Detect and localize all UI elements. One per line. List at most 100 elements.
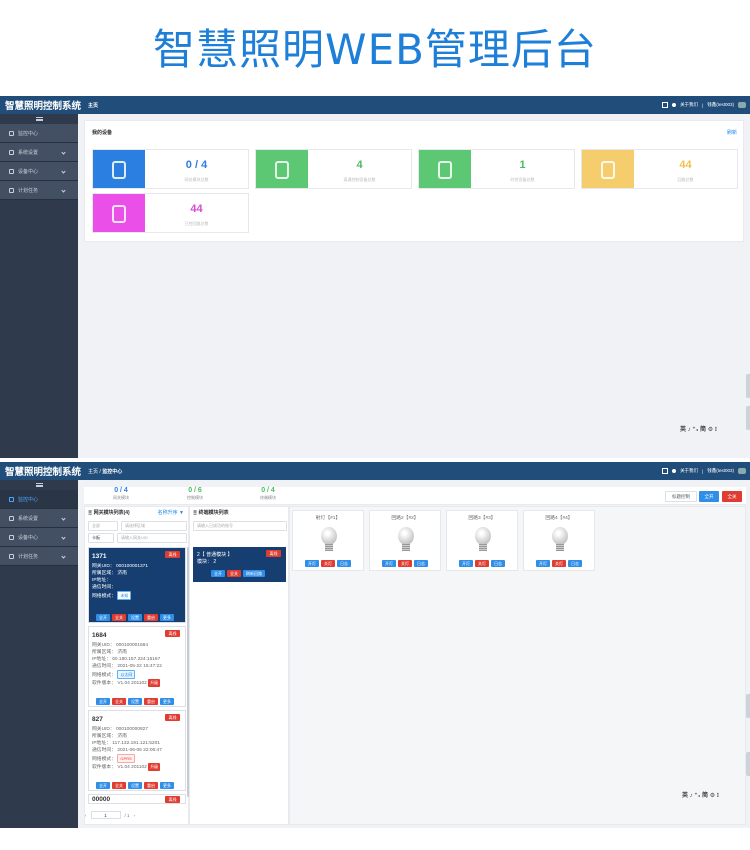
gw-restart-button[interactable]: 重启 [144,614,158,621]
field-select[interactable]: 卡板 [88,533,114,543]
user-menu[interactable]: 钱鑫(test003) [707,468,734,474]
gateway-actions: 全开 全关 设置 重启 更多 [96,698,174,705]
device-icon [9,168,14,174]
notification-icon[interactable] [672,103,677,107]
ime-toolbar[interactable]: 英 ♪ ⁺₄ 简 ⚙ ⁝ [680,424,717,433]
light-off-button[interactable]: 关灯 [321,560,335,567]
log-button[interactable]: 日志 [337,560,351,567]
breadcrumb[interactable]: 主页 [88,102,98,109]
stat-controlled-circuits[interactable]: 44 已控回路总数 [92,193,249,233]
sort-dropdown[interactable]: 名称升序 ▼ [158,509,184,516]
sidebar-item-settings[interactable]: 系统设置 [0,143,78,162]
circuit-title: 回路4【#4】 [545,516,573,521]
gw-all-on-button[interactable]: 全开 [96,782,110,789]
light-on-button[interactable]: 开灯 [305,560,319,567]
notification-icon[interactable] [672,469,677,473]
sidebar-item-monitor[interactable]: 监控中心 [0,124,78,143]
breadcrumb-current: 监控中心 [102,468,123,475]
gw-more-button[interactable]: 更多 [160,698,174,705]
side-tab[interactable] [746,406,750,430]
sidebar-item-settings[interactable]: 系统设置 [0,509,78,528]
user-menu[interactable]: 钱鑫(test003) [707,102,734,108]
light-off-button[interactable]: 关灯 [398,560,412,567]
fullscreen-icon[interactable] [662,102,669,108]
light-on-button[interactable]: 开灯 [536,560,550,567]
timing-control-button[interactable]: 标题控制 [665,491,697,502]
gw-restart-button[interactable]: 重启 [144,782,158,789]
gateway-card[interactable]: 00000 离线 [88,794,186,804]
gw-settings-button[interactable]: 设置 [128,782,142,789]
gateway-search-input[interactable]: 请输入网关UID [117,533,187,543]
gw-settings-button[interactable]: 设置 [128,614,142,621]
next-page-button[interactable]: › [134,813,136,818]
gw-all-on-button[interactable]: 全开 [96,698,110,705]
sidebar-toggle[interactable] [0,480,78,490]
gateway-area: 所属区域： 济南 [92,650,127,656]
upgrade-button[interactable]: 升级 [148,679,161,687]
refresh-link[interactable]: 刷新 [727,129,737,136]
status-select[interactable]: 全部 [88,521,118,531]
breadcrumb-home[interactable]: 主页 [88,469,98,475]
gw-all-on-button[interactable]: 全开 [96,614,110,621]
prev-page-button[interactable]: ‹ [85,813,87,818]
sidebar-item-tasks[interactable]: 计划任务 [0,181,78,200]
module-all-on-button[interactable]: 全开 [211,570,225,577]
gateway-time: 通信时间： 2021-06-06 22:06:47 [92,748,162,754]
area-select[interactable]: 请选择区域 [121,521,187,531]
about-link[interactable]: 关于我们 [680,468,698,474]
sidebar-item-tasks[interactable]: 计划任务 [0,547,78,566]
gw-more-button[interactable]: 更多 [160,614,174,621]
module-card[interactable]: 2【 普通模块 】 离线 模块： 2 全开 全关 刷新回路 [193,547,286,582]
light-off-button[interactable]: 关灯 [552,560,566,567]
sidebar-item-devices[interactable]: 设备中心 [0,528,78,547]
sidebar-item-devices[interactable]: 设备中心 [0,162,78,181]
module-all-off-button[interactable]: 全关 [227,570,241,577]
gw-restart-button[interactable]: 重启 [144,698,158,705]
gateway-card[interactable]: 1371 离线 网关UID： 000100001371 所属区域： 济南 IP地… [88,547,186,623]
log-button[interactable]: 日志 [568,560,582,567]
gw-all-off-button[interactable]: 全关 [112,782,126,789]
stat-label: 回路总数 [677,177,694,182]
all-off-button[interactable]: 全关 [722,491,742,502]
menu-icon[interactable] [35,117,43,121]
avatar[interactable] [738,102,746,108]
light-off-button[interactable]: 关灯 [475,560,489,567]
gw-settings-button[interactable]: 设置 [128,698,142,705]
gateway-actions: 全开 全关 设置 重启 更多 [96,782,174,789]
gw-more-button[interactable]: 更多 [160,782,174,789]
gateway-card[interactable]: 1684 离线 网关UID： 000100001684 所属区域： 济南 IP地… [88,626,186,707]
gateway-card[interactable]: 827 离线 网关UID： 000100000827 所属区域： 济南 IP地址… [88,710,186,791]
avatar[interactable] [738,468,746,474]
fullscreen-icon[interactable] [662,468,669,474]
gateway-ip: IP地址： 117.132.191.121:5201 [92,741,160,747]
about-link[interactable]: 关于我们 [680,102,698,108]
gw-all-off-button[interactable]: 全关 [112,698,126,705]
stat-controllers[interactable]: 4 离通控制设备总数 [255,149,412,189]
stat-label: 时控设备总数 [510,177,535,182]
log-button[interactable]: 日志 [414,560,428,567]
sidebar-toggle[interactable] [0,114,78,124]
menu-icon[interactable] [35,483,43,487]
side-tab[interactable] [746,694,750,718]
gw-all-off-button[interactable]: 全关 [112,614,126,621]
terminal-search-input[interactable]: 请输入已成功的账号 [193,521,287,531]
stat-timers[interactable]: 1 时控设备总数 [418,149,575,189]
upgrade-button[interactable]: 升级 [148,763,161,771]
breadcrumb: 主页 / 监控中心 [88,468,122,475]
separator: | [702,468,704,474]
gateway-area: 所属区域： 济南 [92,571,127,577]
light-on-button[interactable]: 开灯 [382,560,396,567]
light-on-button[interactable]: 开灯 [459,560,473,567]
side-tab[interactable] [746,374,750,398]
stat-gateways[interactable]: 0 / 4 网关模块总数 [92,149,249,189]
side-tab[interactable] [746,752,750,776]
stat-value: 44 [679,159,692,171]
all-on-button[interactable]: 全开 [699,491,719,502]
log-button[interactable]: 日志 [491,560,505,567]
sidebar-item-monitor[interactable]: 监控中心 [0,490,78,509]
page-input[interactable]: 1 [90,811,121,819]
ime-toolbar[interactable]: 英 ♪ ⁺₄ 简 ⚙ ⁝ [682,790,719,799]
status-badge: 离线 [165,714,180,721]
refresh-circuit-button[interactable]: 刷新回路 [243,570,265,577]
stat-circuits[interactable]: 44 回路总数 [581,149,738,189]
